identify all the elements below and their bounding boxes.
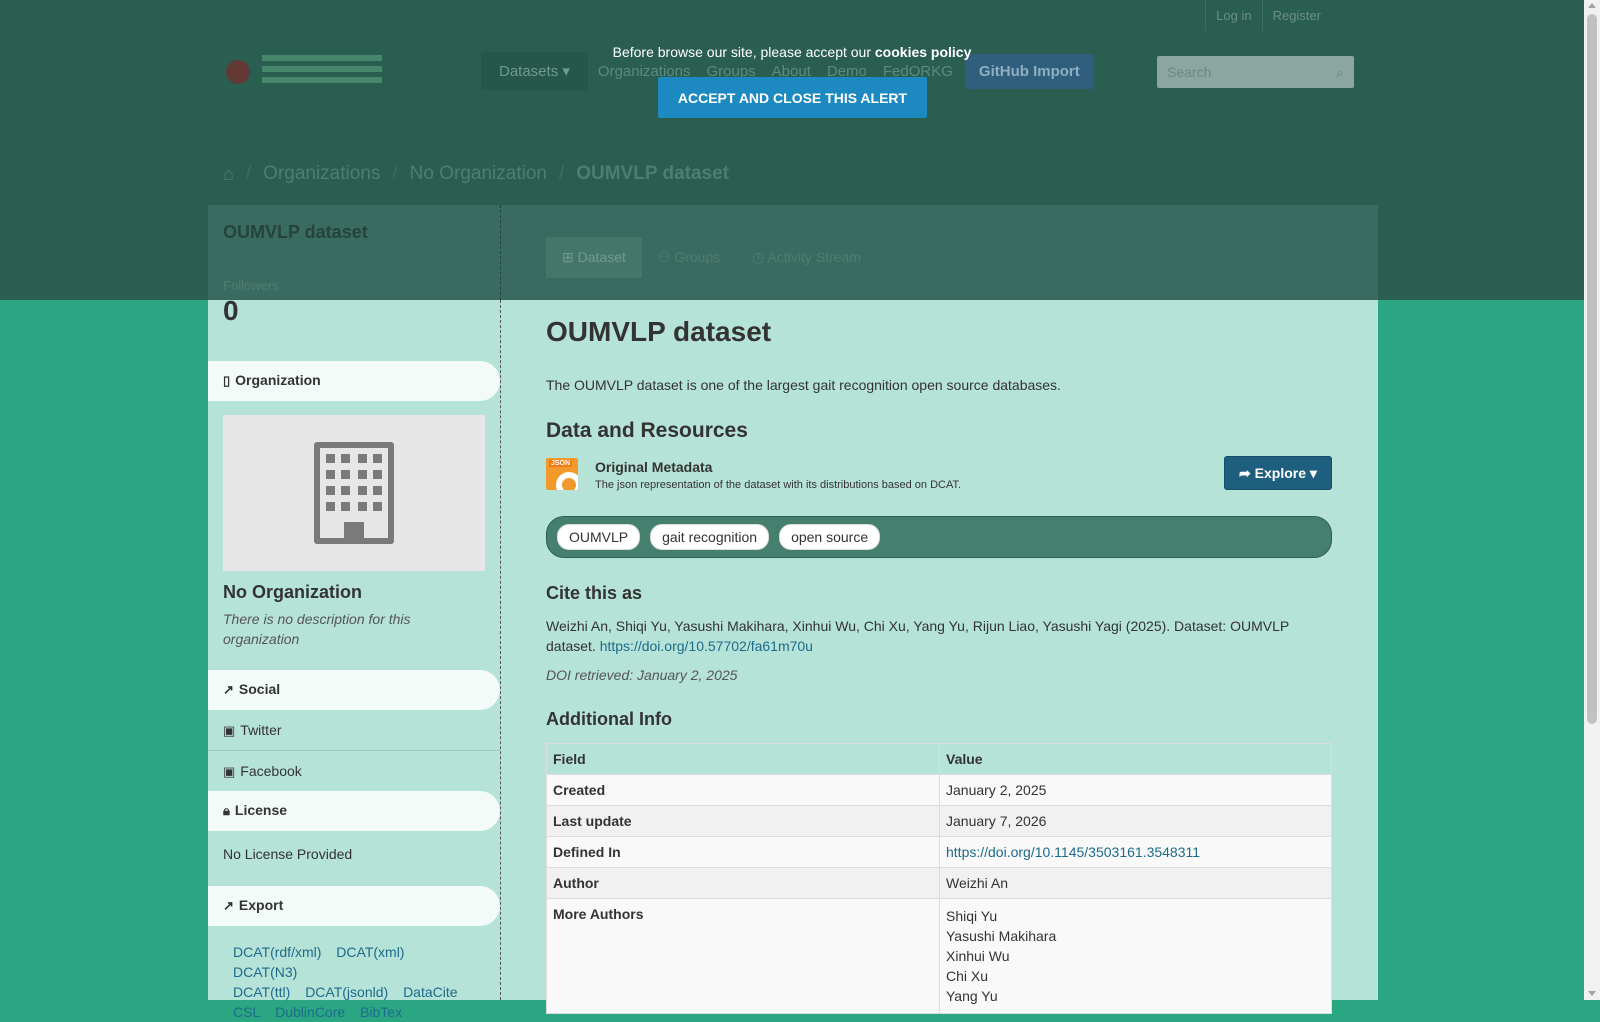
sitemap-icon: ⊞ xyxy=(562,249,574,265)
caret-down-icon: ▾ xyxy=(562,63,570,80)
scrollbar-thumb[interactable] xyxy=(1587,14,1597,724)
export-link[interactable]: DataCite xyxy=(403,984,457,1000)
tag[interactable]: gait recognition xyxy=(650,524,770,550)
additional-info-heading: Additional Info xyxy=(546,709,672,729)
export-link[interactable]: BibTex xyxy=(360,1004,402,1020)
table-row: Created January 2, 2025 xyxy=(546,774,1332,806)
resource-title[interactable]: Original Metadata xyxy=(595,459,712,475)
export-link[interactable]: DCAT(rdf/xml) xyxy=(233,944,321,960)
vertical-scrollbar[interactable] xyxy=(1584,0,1600,1000)
table-row: Defined In https://doi.org/10.1145/35031… xyxy=(546,836,1332,868)
scroll-down-icon[interactable] xyxy=(1588,991,1596,996)
social-heading: ↗ Social xyxy=(208,670,500,710)
column-header-field: Field xyxy=(546,743,940,775)
breadcrumb-organizations[interactable]: Organizations xyxy=(263,163,380,185)
doi-retrieved: DOI retrieved: January 2, 2025 xyxy=(546,667,738,683)
building-icon: ▯ xyxy=(223,373,231,388)
search-box: ⌕ xyxy=(1157,56,1354,88)
top-utility-bar: Log in Register xyxy=(0,0,1584,31)
facebook-icon: ▣ xyxy=(223,764,236,779)
tag-list: OUMVLP gait recognition open source xyxy=(546,516,1332,558)
search-icon[interactable]: ⌕ xyxy=(1336,64,1344,81)
breadcrumb-separator: / xyxy=(392,163,398,184)
organization-description: There is no description for this organiz… xyxy=(223,611,411,647)
facebook-link[interactable]: ▣ Facebook xyxy=(223,763,302,780)
table-row: Author Weizhi An xyxy=(546,867,1332,899)
breadcrumb-separator: / xyxy=(245,163,252,184)
export-link[interactable]: DCAT(N3) xyxy=(233,964,297,980)
export-links: DCAT(rdf/xml) DCAT(xml) DCAT(N3) DCAT(tt… xyxy=(233,942,493,1022)
tab-groups[interactable]: ⚇ Groups xyxy=(642,237,736,278)
caret-down-icon: ▾ xyxy=(1309,464,1317,481)
followers-count: 0 xyxy=(223,295,239,326)
breadcrumb: ⌂ / Organizations / No Organization / OU… xyxy=(0,139,1584,205)
followers-label: Followers xyxy=(223,278,279,293)
cookies-policy-link[interactable]: cookies policy xyxy=(875,44,971,60)
json-file-icon: JSON xyxy=(546,458,578,490)
tag[interactable]: OUMVLP xyxy=(557,524,641,550)
author-name: Yang Yu xyxy=(946,988,998,1004)
twitter-icon: ▣ xyxy=(223,723,236,738)
license-text: No License Provided xyxy=(223,846,353,862)
organization-name: No Organization xyxy=(223,582,362,602)
export-heading: ↗ Export xyxy=(208,886,500,926)
defined-in-link[interactable]: https://doi.org/10.1145/3503161.3548311 xyxy=(946,844,1200,860)
tab-activity-stream[interactable]: ◷ Activity Stream xyxy=(736,237,877,278)
home-icon[interactable]: ⌂ xyxy=(223,164,234,185)
citation-doi-link[interactable]: https://doi.org/10.57702/fa61m70u xyxy=(600,638,813,654)
author-name: Xinhui Wu xyxy=(946,948,1010,964)
scroll-up-icon[interactable] xyxy=(1588,3,1596,8)
account-links: Log in Register xyxy=(1205,0,1331,31)
organization-image[interactable] xyxy=(223,415,485,571)
license-heading: 🔒︎ License xyxy=(208,791,500,831)
twitter-link[interactable]: ▣ Twitter xyxy=(223,722,282,739)
resource-description: The json representation of the dataset w… xyxy=(595,479,962,491)
tag[interactable]: open source xyxy=(779,524,881,550)
author-name: Chi Xu xyxy=(946,968,989,984)
cookie-alert-message: Before browse our site, please accept ou… xyxy=(612,44,972,60)
divider xyxy=(208,750,500,751)
author-name: Shiqi Yu xyxy=(946,908,998,924)
sidebar-title: OUMVLP dataset xyxy=(223,222,368,242)
breadcrumb-separator: / xyxy=(558,163,565,184)
tab-dataset[interactable]: ⊞ Dataset xyxy=(546,237,642,278)
export-link[interactable]: DCAT(jsonld) xyxy=(305,984,388,1000)
explore-button[interactable]: ➦ Explore ▾ xyxy=(1224,456,1332,490)
breadcrumb-current[interactable]: OUMVLP dataset xyxy=(576,163,729,185)
page-title: OUMVLP dataset xyxy=(546,316,772,347)
share-icon: ↗ xyxy=(223,682,234,697)
accept-cookies-button[interactable]: Accept and close this alert xyxy=(658,77,927,118)
organization-heading: ▯ Organization xyxy=(208,361,500,401)
users-icon: ⚇ xyxy=(657,249,671,265)
additional-info-table: Field Value Created January 2, 2025 Last… xyxy=(546,743,1332,1014)
site-logo-icon[interactable] xyxy=(226,60,250,84)
author-name: Yasushi Makihara xyxy=(946,928,1057,944)
column-header-value: Value xyxy=(939,743,1332,775)
search-input[interactable] xyxy=(1157,56,1317,88)
login-link[interactable]: Log in xyxy=(1205,0,1261,31)
share-icon: ↗ xyxy=(223,898,234,913)
content-tabs: ⊞ Dataset ⚇ Groups ◷ Activity Stream xyxy=(546,237,877,278)
building-icon xyxy=(314,442,394,544)
resources-heading: Data and Resources xyxy=(546,419,748,442)
table-row: More Authors Shiqi Yu Yasushi Makihara X… xyxy=(546,898,1332,1014)
cite-heading: Cite this as xyxy=(546,583,643,603)
clock-icon: ◷ xyxy=(752,249,765,265)
share-icon: ➦ xyxy=(1239,464,1251,481)
export-link[interactable]: DCAT(xml) xyxy=(336,944,404,960)
table-row: Last update January 7, 2026 xyxy=(546,805,1332,837)
export-link[interactable]: DublinCore xyxy=(275,1004,345,1020)
citation: Weizhi An, Shiqi Yu, Yasushi Makihara, X… xyxy=(546,618,1289,654)
lock-icon: 🔒︎ xyxy=(223,803,230,818)
export-link[interactable]: CSL xyxy=(233,1004,260,1020)
register-link[interactable]: Register xyxy=(1261,0,1331,31)
export-link[interactable]: DCAT(ttl) xyxy=(233,984,290,1000)
breadcrumb-organization[interactable]: No Organization xyxy=(410,163,547,185)
dataset-description: The OUMVLP dataset is one of the largest… xyxy=(546,377,1061,393)
